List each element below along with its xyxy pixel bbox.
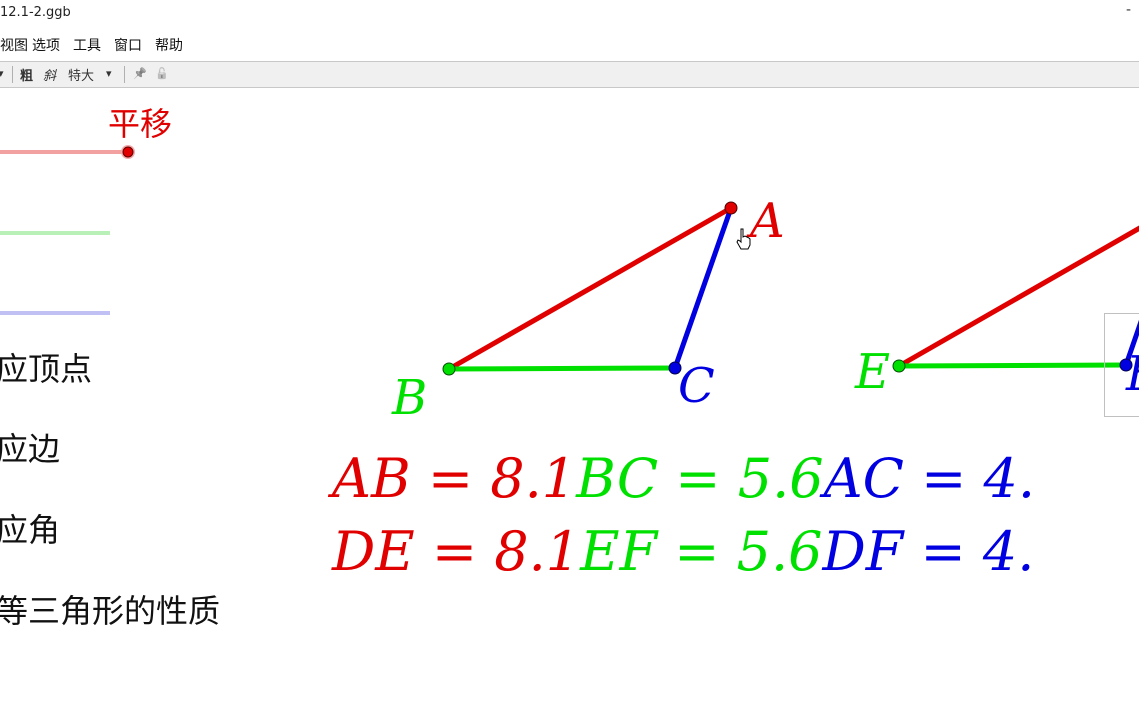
window-title: 12.1-2.ggb <box>0 5 71 20</box>
point-e[interactable] <box>892 359 906 373</box>
menu-window[interactable]: 窗口 <box>114 35 142 55</box>
dropdown-arrow-icon[interactable]: ▾ <box>0 67 4 80</box>
equation-df: DF = 4. <box>822 520 1035 583</box>
equation-line-1: AB = 8.1BC = 5.6AC = 4. <box>327 447 1035 510</box>
equation-bc: BC = 5.6 <box>575 447 823 510</box>
point-a[interactable] <box>724 201 738 215</box>
bold-button[interactable]: 粗 <box>20 65 33 84</box>
checkbox-vertices[interactable]: 应顶点 <box>0 344 92 390</box>
equation-ab: AB = 8.1 <box>327 447 576 510</box>
menu-options[interactable]: 选项 <box>32 35 60 55</box>
style-toolbar: ▾ 粗 斜 特大 ▾ 📌 🔓 <box>0 61 1139 88</box>
toolbar-separator <box>124 66 125 83</box>
hand-cursor-icon <box>736 228 751 250</box>
label-b: B <box>391 370 427 426</box>
segment-ef[interactable] <box>896 362 1129 369</box>
checkbox-angles[interactable]: 应角 <box>0 505 60 551</box>
menu-view[interactable]: 视图 <box>0 35 28 55</box>
equation-ef: EF = 5.6 <box>579 520 822 583</box>
point-b[interactable] <box>442 362 456 376</box>
segment-ac[interactable] <box>672 205 734 371</box>
translate-slider-handle[interactable] <box>122 146 134 158</box>
menu-tools[interactable]: 工具 <box>73 35 101 55</box>
segment-ab[interactable] <box>446 205 734 372</box>
segment-de[interactable] <box>896 225 1139 369</box>
equation-ac: AC = 4. <box>819 447 1035 510</box>
minimize-button[interactable]: - <box>1126 2 1131 18</box>
chevron-down-icon[interactable]: ▾ <box>106 67 112 80</box>
segment-bc[interactable] <box>446 365 678 372</box>
checkbox-properties[interactable]: 等三角形的性质 <box>0 586 220 632</box>
equation-line-2: DE = 8.1EF = 5.6DF = 4. <box>331 520 1034 583</box>
graphics-view[interactable]: A B C E F AB = 8.1BC = 5.6AC = 4. DE = 8… <box>0 87 1139 712</box>
text-size-select[interactable]: 特大 <box>68 65 94 84</box>
selection-box <box>1104 313 1139 417</box>
translate-label: 平移 <box>108 105 173 143</box>
menu-help[interactable]: 帮助 <box>155 35 183 55</box>
pin-icon[interactable]: 📌 <box>133 67 147 80</box>
equation-de: DE = 8.1 <box>331 520 580 583</box>
italic-button[interactable]: 斜 <box>43 65 56 84</box>
lock-icon[interactable]: 🔓 <box>155 67 169 80</box>
label-c: C <box>678 358 715 414</box>
checkbox-sides[interactable]: 应边 <box>0 424 60 470</box>
toolbar-separator <box>12 66 13 83</box>
menu-bar: 视图 选项 工具 窗口 帮助 <box>0 32 1139 56</box>
title-bar: 12.1-2.ggb - <box>0 0 1139 28</box>
label-e: E <box>854 344 890 400</box>
